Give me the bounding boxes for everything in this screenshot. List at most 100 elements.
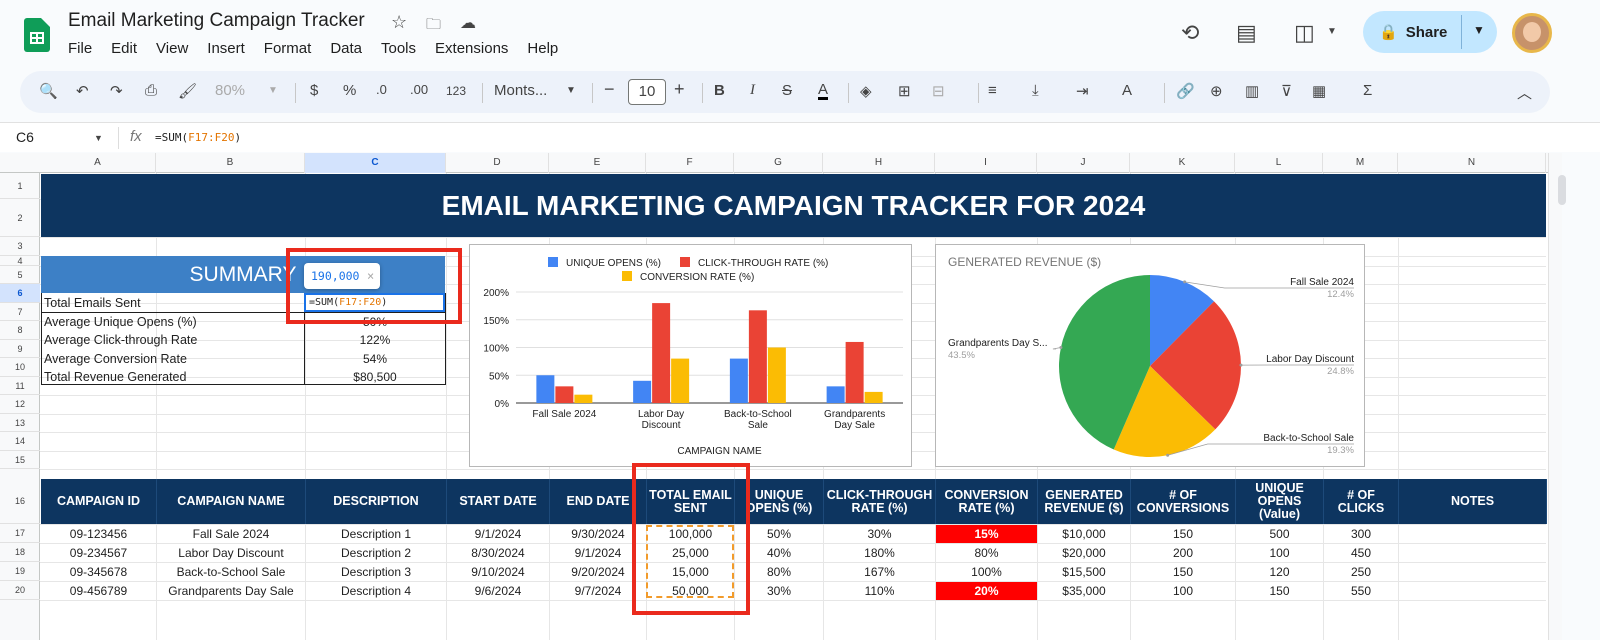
table-cell[interactable]: 100 [1236, 544, 1323, 562]
fill-color-icon[interactable]: ◈ [860, 82, 872, 100]
meet-icon[interactable]: ◫ [1294, 20, 1315, 46]
table-cell[interactable]: Grandparents Day Sale [157, 582, 305, 600]
bar[interactable] [748, 310, 767, 403]
column-header-m[interactable]: M [1323, 153, 1398, 173]
insert-link-icon[interactable]: 🔗 [1176, 82, 1195, 100]
row-header-8[interactable]: 8 [0, 321, 40, 340]
text-color-icon[interactable]: A [818, 82, 829, 100]
table-column-header[interactable]: UNIQUE OPENS (Value) [1236, 479, 1324, 524]
table-cell[interactable]: Description 1 [306, 525, 446, 543]
table-cell[interactable]: 110% [824, 582, 935, 600]
bar[interactable] [767, 347, 786, 404]
row-header-18[interactable]: 18 [0, 543, 40, 562]
bar[interactable] [652, 303, 671, 403]
table-cell[interactable] [1399, 525, 1546, 543]
table-cell[interactable]: Description 2 [306, 544, 446, 562]
menu-extensions[interactable]: Extensions [435, 40, 508, 57]
summary-value[interactable]: $80,500 [305, 370, 445, 384]
table-cell[interactable]: 500 [1236, 525, 1323, 543]
table-column-header[interactable]: START DATE [447, 479, 550, 524]
italic-icon[interactable]: I [750, 82, 755, 99]
table-cell[interactable]: 150 [1131, 525, 1235, 543]
scrollbar-thumb[interactable] [1558, 175, 1566, 205]
bar[interactable] [536, 375, 555, 403]
table-cell[interactable]: 30% [824, 525, 935, 543]
table-column-header[interactable]: DESCRIPTION [306, 479, 447, 524]
bar[interactable] [633, 380, 652, 403]
functions-icon[interactable]: Σ [1363, 82, 1372, 99]
table-cell[interactable]: 15% [936, 525, 1037, 543]
table-cell[interactable]: 9/6/2024 [447, 582, 549, 600]
table-cell[interactable]: 100% [936, 563, 1037, 581]
row-header-12[interactable]: 12 [0, 395, 40, 414]
table-cell[interactable]: $35,000 [1038, 582, 1130, 600]
column-header-k[interactable]: K [1130, 153, 1235, 173]
table-cell[interactable] [1399, 582, 1546, 600]
filter-views-icon[interactable]: ▦ [1312, 82, 1326, 100]
row-header-20[interactable]: 20 [0, 581, 40, 600]
table-cell[interactable]: $15,500 [1038, 563, 1130, 581]
table-cell[interactable]: Back-to-School Sale [157, 563, 305, 581]
formula-input[interactable]: =SUM(F17:F20) [155, 131, 241, 144]
row-header-1[interactable]: 1 [0, 173, 40, 199]
zoom-dropdown-icon[interactable]: ▼ [268, 85, 278, 96]
table-cell[interactable]: 250 [1324, 563, 1398, 581]
bar-chart[interactable]: 0% 50% 100% 150% 200% Fall Sale 2024 Labor Day… [469, 244, 912, 467]
text-rotation-icon[interactable]: A [1122, 82, 1132, 99]
row-header-7[interactable]: 7 [0, 303, 40, 321]
insert-comment-icon[interactable]: ⊕ [1210, 82, 1223, 100]
table-cell[interactable]: 150 [1131, 563, 1235, 581]
row-header-13[interactable]: 13 [0, 414, 40, 432]
row-header-16[interactable]: 16 [0, 479, 40, 524]
menu-tools[interactable]: Tools [381, 40, 416, 57]
increase-font-size-icon[interactable]: + [674, 79, 685, 100]
zoom-select[interactable]: 80% [215, 82, 245, 99]
table-cell[interactable]: $20,000 [1038, 544, 1130, 562]
font-dropdown-icon[interactable]: ▼ [566, 85, 576, 96]
table-cell[interactable]: 09-234567 [41, 544, 156, 562]
table-cell[interactable]: 80% [936, 544, 1037, 562]
table-cell[interactable]: $10,000 [1038, 525, 1130, 543]
table-cell[interactable]: Fall Sale 2024 [157, 525, 305, 543]
column-header-f[interactable]: F [646, 153, 734, 173]
table-cell[interactable]: Description 3 [306, 563, 446, 581]
menu-format[interactable]: Format [264, 40, 312, 57]
row-header-15[interactable]: 15 [0, 451, 40, 469]
row-header-2[interactable]: 2 [0, 199, 40, 237]
version-history-icon[interactable]: ⟲ [1181, 20, 1199, 46]
row-header-6[interactable]: 6 [0, 284, 40, 303]
share-button[interactable]: 🔒 Share ▼ [1363, 11, 1497, 53]
row-header-3[interactable]: 3 [0, 237, 40, 256]
table-cell[interactable]: 167% [824, 563, 935, 581]
table-cell[interactable]: Labor Day Discount [157, 544, 305, 562]
menu-file[interactable]: File [68, 40, 92, 57]
table-column-header[interactable]: # OF CONVERSIONS [1131, 479, 1236, 524]
table-column-header[interactable]: # OF CLICKS [1324, 479, 1399, 524]
column-header-b[interactable]: B [156, 153, 305, 173]
share-dropdown-icon[interactable]: ▼ [1473, 23, 1485, 37]
table-cell[interactable] [1399, 563, 1546, 581]
bar[interactable] [555, 386, 574, 403]
search-menus-icon[interactable]: 🔍 [39, 82, 58, 100]
table-cell[interactable]: 120 [1236, 563, 1323, 581]
row-header-11[interactable]: 11 [0, 377, 40, 395]
meet-dropdown-icon[interactable]: ▼ [1327, 26, 1337, 37]
table-column-header[interactable]: CLICK-THROUGH RATE (%) [824, 479, 936, 524]
column-header-g[interactable]: G [734, 153, 823, 173]
vertical-align-icon[interactable]: ⤓ [1032, 82, 1039, 99]
summary-value[interactable]: 54% [305, 352, 445, 366]
column-header-n[interactable]: N [1398, 153, 1546, 173]
text-wrapping-icon[interactable]: ⇥ [1076, 82, 1089, 100]
table-cell[interactable]: 450 [1324, 544, 1398, 562]
table-column-header[interactable]: GENERATED REVENUE ($) [1038, 479, 1131, 524]
column-header-l[interactable]: L [1235, 153, 1323, 173]
table-cell[interactable]: 180% [824, 544, 935, 562]
table-cell[interactable]: 8/30/2024 [447, 544, 549, 562]
table-cell[interactable]: 20% [936, 582, 1037, 600]
font-family-select[interactable]: Monts... [494, 82, 547, 99]
menu-help[interactable]: Help [527, 40, 558, 57]
cloud-status-icon[interactable]: ☁ [460, 13, 476, 33]
column-header-c[interactable]: C [305, 153, 446, 173]
collapse-toolbar-icon[interactable]: ︿ [1517, 82, 1532, 103]
table-column-header[interactable]: CONVERSION RATE (%) [936, 479, 1038, 524]
